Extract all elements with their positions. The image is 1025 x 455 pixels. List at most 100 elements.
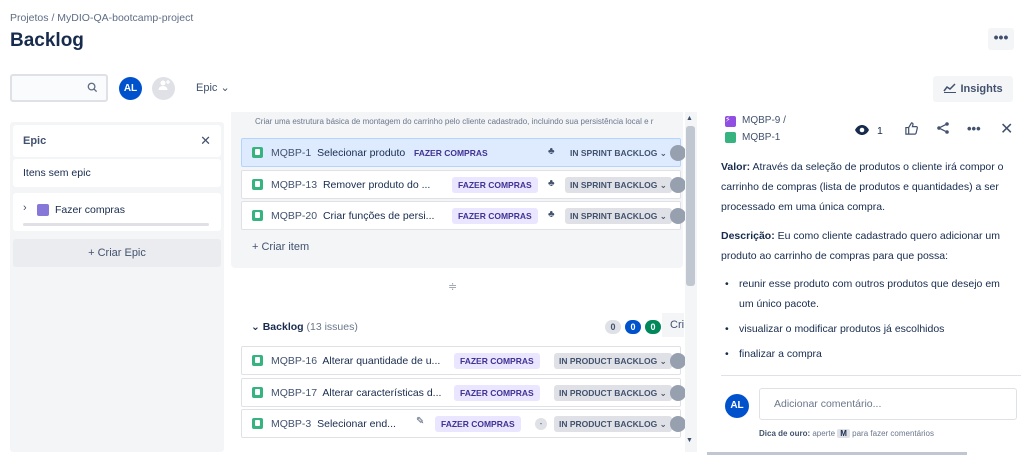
- epic-lozenge[interactable]: FAZER COMPRAS: [452, 177, 538, 193]
- epic-lozenge[interactable]: FAZER COMPRAS: [454, 353, 540, 369]
- epic-color-swatch: [37, 204, 49, 216]
- issue-title[interactable]: MQBP-20 Criar funções de persi...: [271, 210, 434, 222]
- status-dropdown[interactable]: IN SPRINT BACKLOG ⌄: [565, 145, 672, 161]
- create-item-button[interactable]: + Criar item: [252, 241, 309, 253]
- issue-title[interactable]: MQBP-1 Selecionar produto: [271, 147, 405, 159]
- story-icon: [252, 418, 263, 429]
- search-icon: [87, 82, 98, 96]
- avatar[interactable]: AL: [119, 77, 142, 100]
- epic-name: Fazer compras: [55, 204, 126, 216]
- story-icon: [725, 132, 736, 143]
- create-sprint-button[interactable]: Cri: [662, 313, 684, 337]
- epic-lozenge[interactable]: FAZER COMPRAS: [454, 385, 540, 401]
- watcher-count: 1: [877, 125, 883, 137]
- no-epic-item[interactable]: Itens sem epic: [13, 159, 221, 187]
- sprint-goal-text: Criar uma estrutura básica de montagem d…: [255, 117, 654, 126]
- assignee-avatar[interactable]: [670, 416, 686, 432]
- breadcrumb: Projetos / MyDIO-QA-bootcamp-project: [10, 12, 193, 24]
- status-dropdown[interactable]: IN PRODUCT BACKLOG ⌄: [554, 353, 672, 369]
- chevron-right-icon[interactable]: ›: [23, 202, 27, 214]
- epic-icon: [725, 115, 736, 127]
- backlog-header[interactable]: ⌄ Backlog (13 issues) 0 0 0: [231, 314, 683, 340]
- issue-key-link[interactable]: MQBP-1: [742, 132, 780, 143]
- table-row[interactable]: MQBP-20 Criar funções de persi... FAZER …: [241, 201, 686, 230]
- more-actions-button[interactable]: •••: [988, 28, 1014, 50]
- epic-progress-bar: [23, 223, 209, 226]
- breadcrumb-projects[interactable]: Projetos: [10, 12, 49, 24]
- status-count-done: 0: [645, 320, 661, 334]
- table-row[interactable]: MQBP-3 Selecionar end... ✎ FAZER COMPRAS…: [241, 409, 686, 438]
- status-dropdown[interactable]: IN SPRINT BACKLOG ⌄: [565, 177, 672, 193]
- drag-handle-icon[interactable]: ≑: [448, 280, 457, 293]
- status-count-todo: 0: [605, 320, 621, 334]
- valor-paragraph: Valor: Através da seleção de produtos o …: [721, 161, 1004, 213]
- scrollbar-thumb[interactable]: [686, 126, 695, 286]
- epic-lozenge[interactable]: FAZER COMPRAS: [452, 208, 538, 224]
- eye-icon[interactable]: [854, 123, 870, 140]
- assignee-avatar[interactable]: [670, 177, 686, 193]
- table-row[interactable]: MQBP-16 Alterar quantidade de u... FAZER…: [241, 346, 686, 375]
- epic-lozenge[interactable]: FAZER COMPRAS: [408, 145, 494, 161]
- epic-item-fazer-compras[interactable]: › Fazer compras: [13, 193, 221, 231]
- epic-panel-header: Epic ✕: [13, 125, 221, 157]
- story-icon: [252, 210, 263, 221]
- insights-label: Insights: [960, 83, 1003, 95]
- description-list: reunir esse produto com outros produtos …: [725, 274, 1015, 369]
- hierarchy-icon: ♣: [548, 209, 555, 220]
- divider: [721, 375, 1021, 376]
- assignee-avatar[interactable]: [670, 385, 686, 401]
- epic-lozenge[interactable]: FAZER COMPRAS: [435, 416, 521, 432]
- issue-detail-panel: MQBP-9 / MQBP-1 1 ••• ✕ Valor: Através d…: [707, 112, 1025, 455]
- close-icon[interactable]: ✕: [200, 133, 211, 149]
- page-title: Backlog: [10, 30, 84, 51]
- issue-title[interactable]: MQBP-3 Selecionar end...: [271, 418, 396, 430]
- descricao-paragraph: Descrição: Eu como cliente cadastrado qu…: [721, 230, 1000, 262]
- assignee-avatar[interactable]: [670, 145, 686, 161]
- epic-panel: Epic ✕ Itens sem epic › Fazer compras + …: [10, 122, 224, 452]
- epic-filter-dropdown[interactable]: Epic ⌄: [196, 81, 230, 94]
- edit-pencil-icon[interactable]: ✎: [416, 416, 424, 427]
- story-icon: [252, 355, 263, 366]
- status-dropdown[interactable]: IN PRODUCT BACKLOG ⌄: [554, 385, 672, 401]
- table-row[interactable]: MQBP-13 Remover produto do ... FAZER COM…: [241, 170, 686, 199]
- add-person-icon[interactable]: [152, 77, 175, 100]
- search-input[interactable]: [10, 74, 108, 102]
- estimate-badge[interactable]: -: [535, 418, 547, 430]
- create-epic-button[interactable]: + Criar Epic: [13, 239, 221, 267]
- issue-title[interactable]: MQBP-17 Alterar características d...: [271, 387, 441, 399]
- parent-issue-link[interactable]: MQBP-9 /: [742, 115, 786, 126]
- share-icon[interactable]: [936, 121, 950, 138]
- scroll-up-icon[interactable]: ▲: [686, 115, 693, 122]
- no-epic-label: Itens sem epic: [23, 167, 91, 179]
- close-icon[interactable]: ✕: [1000, 119, 1013, 139]
- issue-title[interactable]: MQBP-16 Alterar quantidade de u...: [271, 355, 440, 367]
- epic-panel-title: Epic: [23, 135, 47, 147]
- table-row[interactable]: MQBP-1 Selecionar produto FAZER COMPRAS …: [241, 138, 686, 167]
- assignee-avatar[interactable]: [670, 353, 686, 369]
- thumbs-up-icon[interactable]: [904, 121, 919, 140]
- avatar: AL: [725, 394, 749, 418]
- comment-tip: Dica de ouro: aperte M para fazer coment…: [759, 429, 934, 438]
- assignee-avatar[interactable]: [670, 208, 686, 224]
- status-count-in-progress: 0: [625, 320, 641, 334]
- story-icon: [252, 387, 263, 398]
- table-row[interactable]: MQBP-17 Alterar características d... FAZ…: [241, 378, 686, 407]
- status-dropdown[interactable]: IN PRODUCT BACKLOG ⌄: [554, 416, 672, 432]
- story-icon: [252, 147, 263, 158]
- insights-button[interactable]: Insights: [933, 76, 1013, 102]
- story-icon: [252, 179, 263, 190]
- hierarchy-icon: ♣: [548, 178, 555, 189]
- issue-title[interactable]: MQBP-13 Remover produto do ...: [271, 179, 430, 191]
- scroll-down-icon[interactable]: ▼: [686, 437, 693, 444]
- breadcrumb-project[interactable]: MyDIO-QA-bootcamp-project: [57, 12, 193, 24]
- breadcrumb-separator: /: [51, 12, 55, 24]
- list-item: reunir esse produto com outros produtos …: [725, 274, 1015, 314]
- status-dropdown[interactable]: IN SPRINT BACKLOG ⌄: [565, 208, 672, 224]
- list-item: visualizar o modificar produtos já escol…: [725, 319, 1015, 339]
- chart-icon: [943, 83, 960, 95]
- backlog-title: ⌄ Backlog (13 issues): [251, 321, 358, 333]
- hierarchy-icon: ♣: [548, 146, 555, 157]
- list-item: finalizar a compra: [725, 344, 1015, 364]
- comment-input[interactable]: Adicionar comentário...: [759, 388, 1017, 420]
- more-icon[interactable]: •••: [967, 121, 981, 136]
